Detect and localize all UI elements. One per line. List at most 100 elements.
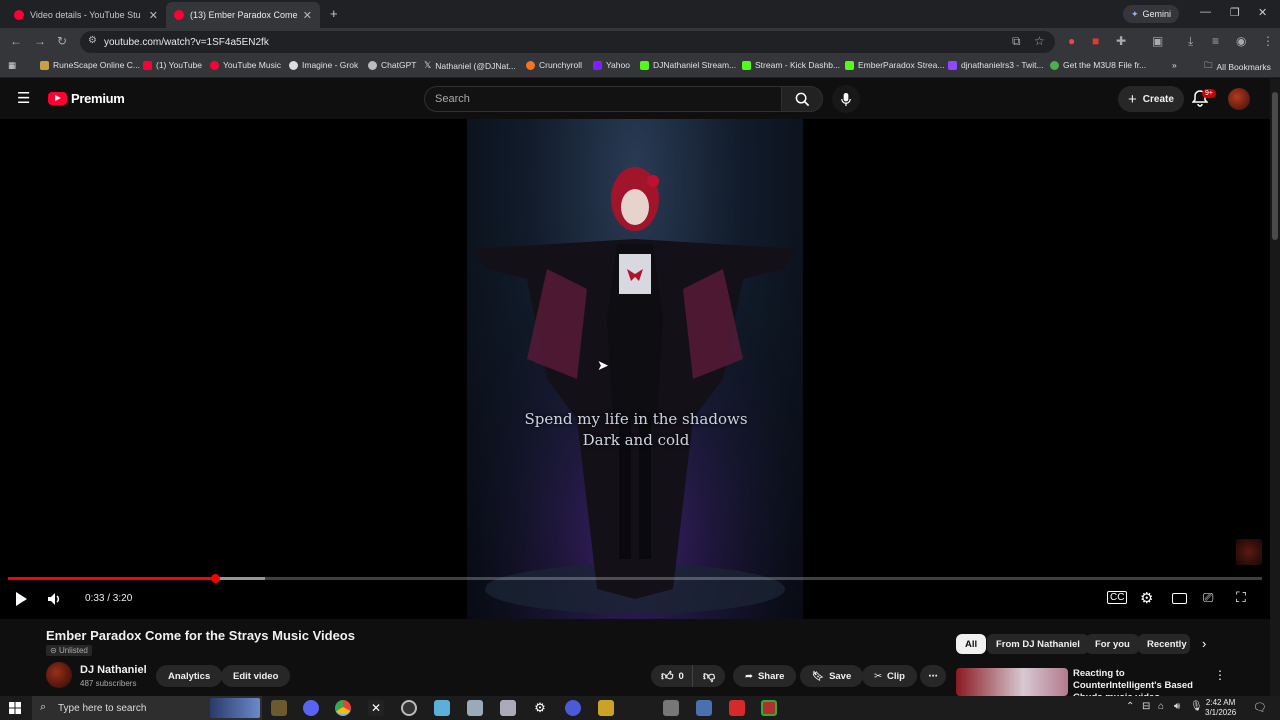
more-bookmarks-icon[interactable]: » bbox=[1172, 60, 1177, 70]
close-tab-icon[interactable]: ✕ bbox=[303, 9, 312, 22]
minimize-icon[interactable]: — bbox=[1200, 6, 1211, 18]
bookmark-emberparadox[interactable]: EmberParadox Strea... bbox=[845, 60, 944, 70]
chips-next-chevron-icon[interactable]: › bbox=[1202, 636, 1206, 651]
close-window-icon[interactable]: ✕ bbox=[1258, 6, 1267, 19]
back-icon[interactable]: ← bbox=[10, 34, 22, 48]
bookmark-yahoo[interactable]: Yahoo bbox=[593, 60, 630, 70]
bookmark-kick-stream[interactable]: DJNathaniel Stream... bbox=[640, 60, 736, 70]
reload-icon[interactable]: ↻ bbox=[57, 34, 67, 48]
channel-name[interactable]: DJ Nathaniel bbox=[80, 664, 147, 676]
analytics-button[interactable]: Analytics bbox=[156, 665, 223, 687]
capcut-taskbar-icon[interactable]: ✕ bbox=[368, 700, 384, 716]
fullscreen-icon[interactable]: ⛶ bbox=[1236, 589, 1246, 606]
edit-video-button[interactable]: Edit video bbox=[221, 665, 291, 687]
recommended-menu-kebab-icon[interactable]: ⋮ bbox=[1214, 668, 1226, 682]
close-tab-icon[interactable]: ✕ bbox=[149, 9, 158, 22]
side-panel-icon[interactable]: ▣ bbox=[1152, 34, 1163, 48]
forward-icon[interactable]: → bbox=[34, 34, 46, 48]
app-taskbar-icon[interactable] bbox=[500, 700, 516, 716]
more-actions-button[interactable]: ⋯ bbox=[920, 665, 946, 687]
youtube-premium-logo[interactable]: Premium bbox=[48, 91, 125, 106]
closed-captions-icon[interactable]: CC bbox=[1107, 591, 1128, 604]
video-player[interactable]: Spend my life in the shadows Dark and co… bbox=[0, 119, 1270, 619]
microphone-tray-icon[interactable]: 🎙︎ bbox=[1190, 701, 1203, 712]
runescape-taskbar-icon[interactable] bbox=[271, 700, 287, 716]
network-icon[interactable]: ⌂ bbox=[1158, 701, 1164, 712]
tray-app-icon[interactable]: ⊟ bbox=[1142, 701, 1150, 712]
search-button[interactable] bbox=[781, 86, 823, 112]
bookmark-kick-dashboard[interactable]: Stream - Kick Dashb... bbox=[742, 60, 840, 70]
bookmark-x-nathaniel[interactable]: 𝕏 Nathaniel (@DJNat... bbox=[424, 60, 516, 71]
chip-for-you[interactable]: For you bbox=[1086, 634, 1139, 654]
download-icon[interactable]: ⤓ bbox=[1188, 34, 1193, 49]
restore-icon[interactable]: ❐ bbox=[1230, 6, 1240, 19]
notification-center-icon[interactable]: 🗨︎ bbox=[1253, 701, 1267, 714]
play-icon[interactable] bbox=[14, 591, 28, 607]
volume-tray-icon[interactable]: 🔊︎ bbox=[1174, 701, 1180, 712]
obs-taskbar-icon[interactable] bbox=[401, 700, 417, 716]
all-bookmarks[interactable]: 🗀 All Bookmarks bbox=[1204, 60, 1271, 74]
system-clock[interactable]: 2:42 AM 3/1/2026 bbox=[1205, 698, 1236, 718]
address-bar[interactable]: ⚙ youtube.com/watch?v=1SF4a5EN2fk bbox=[80, 31, 1055, 53]
profile-avatar-icon[interactable]: ◉ bbox=[1236, 34, 1246, 48]
settings-gear-icon[interactable]: ⚙ bbox=[1140, 589, 1153, 607]
volume-icon[interactable] bbox=[46, 591, 62, 607]
extension-icon[interactable]: ■ bbox=[1092, 34, 1099, 48]
app-taskbar-icon[interactable] bbox=[467, 700, 483, 716]
bookmark-chatgpt[interactable]: ChatGPT bbox=[368, 60, 416, 70]
channel-avatar[interactable] bbox=[46, 662, 72, 688]
chrome-taskbar-icon[interactable] bbox=[335, 700, 351, 716]
recommended-video-thumbnail[interactable] bbox=[956, 668, 1068, 696]
search-input[interactable]: Search bbox=[424, 86, 782, 112]
site-info-icon[interactable]: ⚙ bbox=[88, 35, 97, 46]
windows-start-icon[interactable] bbox=[9, 702, 21, 714]
bookmark-grok[interactable]: Imagine - Grok bbox=[289, 60, 358, 70]
share-button[interactable]: ➦ Share bbox=[733, 665, 797, 687]
new-tab-icon[interactable]: + bbox=[330, 6, 338, 21]
account-avatar[interactable] bbox=[1228, 88, 1250, 110]
app-taskbar-icon[interactable] bbox=[565, 700, 581, 716]
create-button[interactable]: + Create bbox=[1118, 86, 1184, 112]
dislike-button[interactable]: 👎︎ bbox=[692, 665, 726, 687]
bookmark-crunchyroll[interactable]: Crunchyroll bbox=[526, 60, 582, 70]
chip-all[interactable]: All bbox=[956, 634, 987, 654]
theater-mode-icon[interactable] bbox=[1172, 593, 1187, 604]
clip-button[interactable]: ✂ Clip bbox=[862, 665, 917, 687]
tab-youtube-studio[interactable]: Video details - YouTube Studio ✕ bbox=[6, 2, 166, 28]
scrollbar-thumb[interactable] bbox=[1272, 92, 1278, 240]
tab-ember-paradox[interactable]: (13) Ember Paradox Come for the Strays M… bbox=[166, 2, 320, 28]
extensions-puzzle-icon[interactable]: ✚ bbox=[1116, 34, 1126, 48]
bookmark-twitch[interactable]: djnathanielrs3 - Twit... bbox=[948, 60, 1044, 70]
gemini-button[interactable]: ✦ Gemini bbox=[1123, 5, 1180, 23]
bookmark-m3u8[interactable]: Get the M3U8 File fr... bbox=[1050, 60, 1146, 70]
app-taskbar-icon[interactable] bbox=[761, 700, 777, 716]
calculator-taskbar-icon[interactable] bbox=[696, 700, 712, 716]
menu-kebab-icon[interactable]: ⋮ bbox=[1262, 34, 1274, 48]
like-button[interactable]: 👍︎ 0 bbox=[651, 665, 694, 687]
chip-from-dj-nathaniel[interactable]: From DJ Nathaniel bbox=[987, 634, 1089, 654]
thumbs-down-icon: 👎︎ bbox=[703, 668, 716, 683]
apps-grid-icon[interactable]: ▦ bbox=[8, 60, 16, 71]
channel-watermark[interactable] bbox=[1236, 539, 1262, 565]
discord-taskbar-icon[interactable] bbox=[303, 700, 319, 716]
bookmark-youtube[interactable]: (1) YouTube bbox=[143, 60, 202, 70]
app-taskbar-icon[interactable] bbox=[729, 700, 745, 716]
cast-icon[interactable]: ⎚ bbox=[1203, 590, 1213, 606]
progress-scrubber-handle[interactable] bbox=[210, 574, 220, 583]
install-app-icon[interactable]: ⧉ bbox=[1012, 34, 1021, 49]
bookmark-runescape[interactable]: RuneScape Online C... bbox=[40, 60, 140, 70]
bookmark-star-icon[interactable]: ☆ bbox=[1034, 34, 1045, 48]
settings-taskbar-icon[interactable]: ⚙ bbox=[532, 700, 548, 716]
save-button[interactable]: 🔖︎ Save bbox=[800, 665, 864, 687]
app-taskbar-icon[interactable] bbox=[663, 700, 679, 716]
app-taskbar-icon[interactable] bbox=[434, 700, 450, 716]
voice-search-button[interactable] bbox=[832, 85, 860, 113]
tray-overflow-icon[interactable]: ⌃ bbox=[1126, 701, 1134, 712]
app-taskbar-icon[interactable] bbox=[598, 700, 614, 716]
chip-recently[interactable]: Recently bbox=[1138, 634, 1190, 654]
extension-icon[interactable]: ● bbox=[1068, 34, 1075, 48]
taskbar-search-box[interactable]: ⌕ Type here to search bbox=[32, 696, 262, 720]
hamburger-menu-icon[interactable]: ☰ bbox=[17, 89, 30, 107]
tab-search-icon[interactable]: ≡ bbox=[1212, 34, 1219, 48]
bookmark-youtube-music[interactable]: YouTube Music bbox=[210, 60, 281, 70]
